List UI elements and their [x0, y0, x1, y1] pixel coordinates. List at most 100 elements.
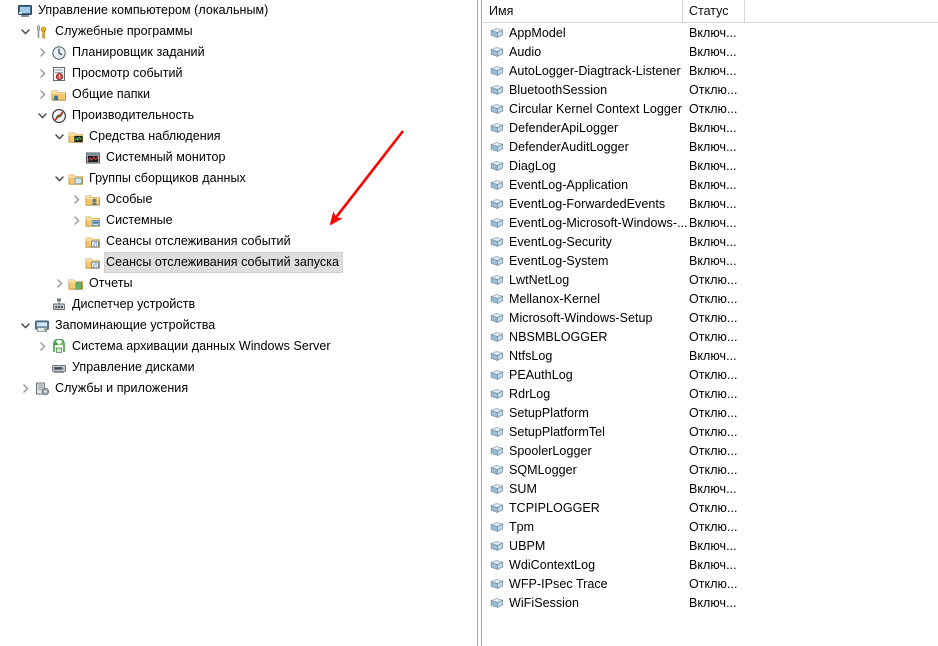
tree-item[interactable]: Управление дисками	[0, 357, 477, 378]
list-item[interactable]: UBPM Включ...	[483, 536, 938, 555]
system-folder-icon	[84, 210, 102, 231]
reports-folder-icon	[67, 273, 85, 294]
startup-trace-sessions-icon: 10 01	[84, 252, 102, 273]
list-item[interactable]: EventLog-Microsoft-Windows-... Включ...	[483, 213, 938, 232]
tree-item[interactable]: Диспетчер устройств	[0, 294, 477, 315]
chevron-right-icon[interactable]	[51, 273, 67, 294]
etw-session-cube-icon	[489, 500, 505, 516]
list-item[interactable]: DefenderAuditLogger Включ...	[483, 137, 938, 156]
chevron-right-icon[interactable]	[34, 84, 50, 105]
splitter-line-left	[477, 0, 478, 646]
tree-item[interactable]: Система архивации данных Windows Server	[0, 336, 477, 357]
list-item-status: Отклю...	[689, 101, 738, 116]
tree-item[interactable]: Управление компьютером (локальным)	[0, 0, 477, 21]
list-item-name: AutoLogger-Diagtrack-Listener	[509, 63, 681, 78]
list-item[interactable]: BluetoothSession Отклю...	[483, 80, 938, 99]
list-item-status: Отклю...	[689, 291, 738, 306]
details-list-pane[interactable]: Имя Статус AppModel Включ... Audio Включ...…	[483, 0, 938, 646]
chevron-down-icon[interactable]	[51, 126, 67, 147]
tree-item-label: Особые	[106, 192, 153, 206]
list-item[interactable]: EventLog-ForwardedEvents Включ...	[483, 194, 938, 213]
tree-item[interactable]: Системный монитор	[0, 147, 477, 168]
list-item[interactable]: WFP-IPsec Trace Отклю...	[483, 574, 938, 593]
trace-sessions-icon: 10 01	[84, 231, 102, 252]
list-item-status: Отклю...	[689, 329, 738, 344]
tree-item[interactable]: Системные	[0, 210, 477, 231]
list-item-name: UBPM	[509, 538, 546, 553]
list-item[interactable]: Audio Включ...	[483, 42, 938, 61]
etw-session-cube-icon	[489, 25, 505, 41]
chevron-right-icon[interactable]	[68, 189, 84, 210]
list-item[interactable]: Mellanox-Kernel Отклю...	[483, 289, 938, 308]
chevron-down-icon[interactable]	[51, 168, 67, 189]
list-item[interactable]: WdiContextLog Включ...	[483, 555, 938, 574]
tree-item[interactable]: Служебные программы	[0, 21, 477, 42]
etw-session-cube-icon	[489, 310, 505, 326]
list-item-name: EventLog-Application	[509, 177, 629, 192]
list-item[interactable]: SUM Включ...	[483, 479, 938, 498]
list-item[interactable]: DefenderApiLogger Включ...	[483, 118, 938, 137]
etw-session-cube-icon	[489, 120, 505, 136]
list-item[interactable]: SetupPlatformTel Отклю...	[483, 422, 938, 441]
list-item-name: Mellanox-Kernel	[509, 291, 601, 306]
tree-item[interactable]: Средства наблюдения	[0, 126, 477, 147]
etw-session-cube-icon	[489, 215, 505, 231]
list-item-name: SetupPlatformTel	[509, 424, 605, 439]
tree-item[interactable]: 10 01 Сеансы отслеживания событий запуска	[0, 252, 477, 273]
list-column-header[interactable]: Имя Статус	[483, 0, 938, 23]
tree-item[interactable]: 10 01 Сеансы отслеживания событий	[0, 231, 477, 252]
list-item[interactable]: NBSMBLOGGER Отклю...	[483, 327, 938, 346]
list-item[interactable]: EventLog-Application Включ...	[483, 175, 938, 194]
tree-item[interactable]: Группы сборщиков данных	[0, 168, 477, 189]
list-item[interactable]: EventLog-System Включ...	[483, 251, 938, 270]
etw-session-cube-icon	[489, 367, 505, 383]
list-item[interactable]: AppModel Включ...	[483, 23, 938, 42]
tree-item-label: Управление компьютером (локальным)	[38, 3, 269, 17]
chevron-right-icon[interactable]	[68, 210, 84, 231]
list-item[interactable]: Tpm Отклю...	[483, 517, 938, 536]
column-header-status[interactable]: Статус	[683, 0, 745, 22]
etw-session-cube-icon	[489, 272, 505, 288]
tree-item[interactable]: Особые	[0, 189, 477, 210]
list-item[interactable]: Microsoft-Windows-Setup Отклю...	[483, 308, 938, 327]
chevron-right-icon[interactable]	[34, 63, 50, 84]
tree-item[interactable]: Производительность	[0, 105, 477, 126]
list-item[interactable]: TCPIPLOGGER Отклю...	[483, 498, 938, 517]
list-item[interactable]: AutoLogger-Diagtrack-Listener Включ...	[483, 61, 938, 80]
list-item[interactable]: SetupPlatform Отклю...	[483, 403, 938, 422]
chevron-down-icon[interactable]	[17, 21, 33, 42]
tree-item[interactable]: Запоминающие устройства	[0, 315, 477, 336]
tree-item[interactable]: Просмотр событий	[0, 63, 477, 84]
list-item[interactable]: NtfsLog Включ...	[483, 346, 938, 365]
tree-item[interactable]: Планировщик заданий	[0, 42, 477, 63]
etw-session-cube-icon	[489, 481, 505, 497]
chevron-right-icon[interactable]	[34, 336, 50, 357]
list-item[interactable]: DiagLog Включ...	[483, 156, 938, 175]
list-item-status: Включ...	[689, 481, 737, 496]
list-item[interactable]: SQMLogger Отклю...	[483, 460, 938, 479]
list-item[interactable]: SpoolerLogger Отклю...	[483, 441, 938, 460]
tree-item-label: Служебные программы	[55, 24, 193, 38]
chevron-down-icon[interactable]	[17, 315, 33, 336]
tree-item[interactable]: Общие папки	[0, 84, 477, 105]
chevron-right-icon[interactable]	[34, 42, 50, 63]
details-list-body[interactable]: AppModel Включ... Audio Включ... AutoLogger-…	[483, 23, 938, 612]
chevron-right-icon[interactable]	[17, 378, 33, 399]
list-item[interactable]: RdrLog Отклю...	[483, 384, 938, 403]
tree-item[interactable]: Отчеты	[0, 273, 477, 294]
tree-item[interactable]: Службы и приложения	[0, 378, 477, 399]
list-item-status: Включ...	[689, 538, 737, 553]
list-item[interactable]: Circular Kernel Context Logger Отклю...	[483, 99, 938, 118]
list-item[interactable]: WiFiSession Включ...	[483, 593, 938, 612]
list-item-status: Отклю...	[689, 386, 738, 401]
list-item[interactable]: LwtNetLog Отклю...	[483, 270, 938, 289]
chevron-down-icon[interactable]	[34, 105, 50, 126]
list-item[interactable]: PEAuthLog Отклю...	[483, 365, 938, 384]
etw-session-cube-icon	[489, 348, 505, 364]
column-header-name[interactable]: Имя	[483, 0, 683, 22]
list-item[interactable]: EventLog-Security Включ...	[483, 232, 938, 251]
list-item-status: Включ...	[689, 595, 737, 610]
console-tree-pane[interactable]: Управление компьютером (локальным) Служеб…	[0, 0, 477, 646]
